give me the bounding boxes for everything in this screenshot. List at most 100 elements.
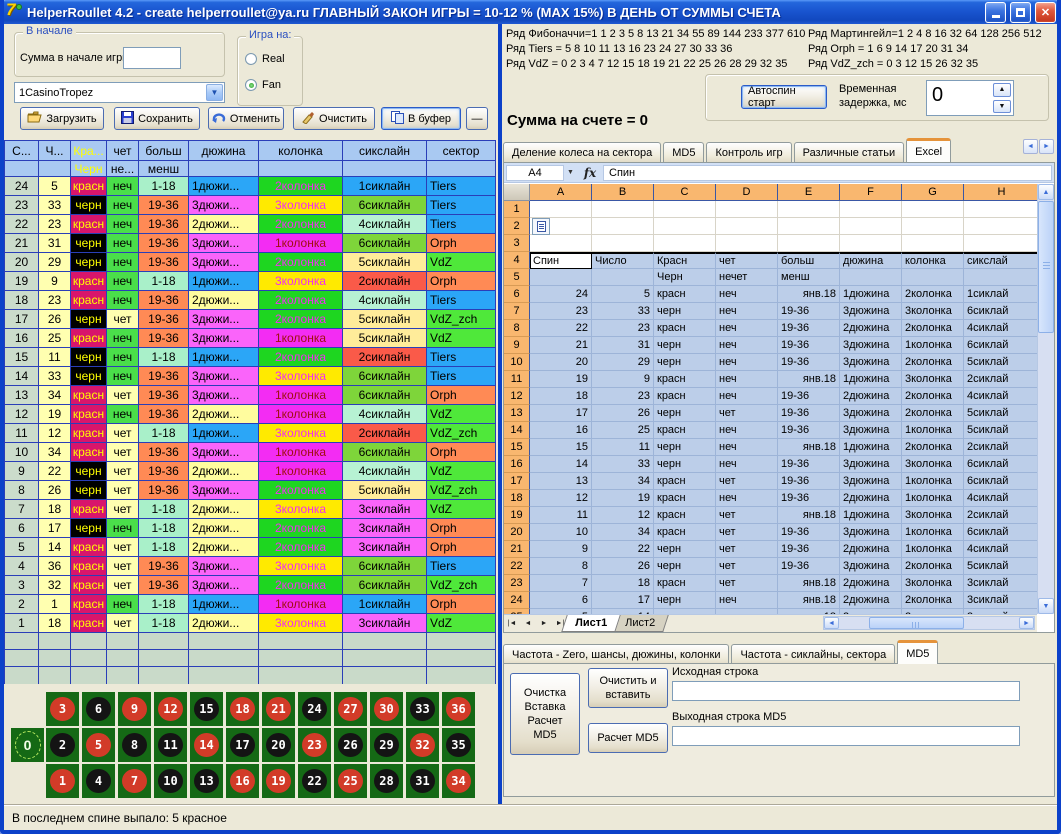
roulette-cell-17[interactable]: 17 [226,728,259,762]
roulette-cell-27[interactable]: 27 [334,692,367,726]
roulette-cell-10[interactable]: 10 [154,764,187,798]
excel-cell[interactable]: 8 [530,558,592,575]
table-cell[interactable]: черн [71,196,107,215]
excel-cell[interactable]: красн [654,371,716,388]
excel-cell[interactable]: Красн [654,252,716,269]
roulette-cell-12[interactable]: 12 [154,692,187,726]
roulette-cell-30[interactable]: 30 [370,692,403,726]
table-cell[interactable]: VdZ_zch [427,481,496,500]
spin-down-button[interactable]: ▼ [993,100,1011,114]
table-cell[interactable]: 3колонка [259,557,343,576]
table-cell[interactable]: 5сиклайн [343,310,427,329]
excel-horizontal-scrollbar[interactable]: ◄ ► [823,616,1035,630]
roulette-cell-9[interactable]: 9 [118,692,151,726]
roulette-cell-6[interactable]: 6 [82,692,115,726]
roulette-cell-32[interactable]: 32 [406,728,439,762]
excel-row-header-9[interactable]: 9 [504,337,530,354]
excel-row-header-16[interactable]: 16 [504,456,530,473]
table-cell[interactable]: неч [107,234,139,253]
table-cell[interactable]: 5 [39,177,71,196]
md5-clear-insert-button[interactable]: Очистить и вставить [588,668,668,708]
excel-cell[interactable]: чет [716,252,778,269]
table-cell[interactable]: 1 [39,595,71,614]
excel-cell[interactable]: 2колонка [902,439,964,456]
excel-cell[interactable]: красн [654,320,716,337]
table-cell[interactable]: 19 [39,405,71,424]
table-cell[interactable]: Tiers [427,177,496,196]
excel-cell[interactable]: 4сиклай [964,388,1037,405]
excel-cell[interactable]: неч [716,286,778,303]
table-cell[interactable]: 1-18 [139,177,189,196]
roulette-cell-7[interactable]: 7 [118,764,151,798]
excel-cell[interactable] [654,235,716,252]
h-scroll-thumb[interactable] [869,617,964,629]
table-cell[interactable]: 2дюжи... [189,538,259,557]
table-cell[interactable]: красн [71,576,107,595]
table-cell[interactable]: 21 [5,234,39,253]
table-cell[interactable]: 10 [5,443,39,462]
excel-cell[interactable]: черн [654,439,716,456]
table-cell[interactable] [427,633,496,650]
name-box-dropdown-icon[interactable]: ▼ [564,165,577,181]
excel-cell[interactable]: 19-36 [778,473,840,490]
table-cell[interactable]: 1-18 [139,424,189,443]
excel-cell[interactable]: больш [778,252,840,269]
table-cell[interactable]: чет [107,462,139,481]
roulette-cell-13[interactable]: 13 [190,764,223,798]
close-button[interactable]: ✕ [1035,2,1056,23]
excel-cell[interactable]: 3колонка [902,456,964,473]
excel-col-header-G[interactable]: G [902,184,964,201]
table-cell[interactable]: 12 [39,424,71,443]
table-cell[interactable]: 3дюжи... [189,310,259,329]
excel-cell[interactable]: 3колонка [902,507,964,524]
table-cell[interactable]: 2колонка [259,215,343,234]
table-cell[interactable]: 1-18 [139,272,189,291]
table-cell[interactable]: 1дюжи... [189,595,259,614]
excel-cell[interactable]: 17 [592,592,654,609]
table-cell[interactable]: 6сиклайн [343,196,427,215]
excel-cell[interactable]: чет [716,405,778,422]
excel-row-header-7[interactable]: 7 [504,303,530,320]
table-cell[interactable]: 2дюжи... [189,462,259,481]
excel-cell[interactable]: 25 [592,422,654,439]
scroll-left-button[interactable]: ◄ [824,617,839,629]
table-cell[interactable]: 13 [5,386,39,405]
excel-cell[interactable]: 2дюжина [840,541,902,558]
roulette-cell-34[interactable]: 34 [442,764,475,798]
table-cell[interactable]: черн [71,462,107,481]
table-cell[interactable]: 2сиклайн [343,272,427,291]
sheet-next-button[interactable]: ► [536,615,552,632]
roulette-cell-23[interactable]: 23 [298,728,331,762]
excel-cell[interactable] [902,218,964,235]
excel-cell[interactable]: 3дюжина [840,524,902,541]
table-cell[interactable]: 1-18 [139,500,189,519]
excel-cell[interactable] [654,201,716,218]
excel-cell[interactable] [778,218,840,235]
excel-cell[interactable]: 34 [592,473,654,490]
excel-cell[interactable]: красн [654,388,716,405]
table-cell[interactable]: 1колонка [259,386,343,405]
table-cell[interactable]: 2дюжи... [189,500,259,519]
table-cell[interactable]: 19-36 [139,196,189,215]
table-cell[interactable]: 3колонка [259,196,343,215]
maximize-button[interactable] [1010,2,1031,23]
table-cell[interactable]: 25 [39,329,71,348]
excel-cell[interactable] [964,235,1037,252]
excel-row-header-4[interactable]: 4 [504,252,530,269]
excel-col-header-F[interactable]: F [840,184,902,201]
excel-cell[interactable]: неч [716,592,778,609]
table-cell[interactable]: чет [107,538,139,557]
table-cell[interactable]: 2колонка [259,576,343,595]
excel-cell[interactable] [530,201,592,218]
excel-cell[interactable]: 19-36 [778,337,840,354]
table-cell[interactable]: VdZ_zch [427,576,496,595]
excel-cell[interactable]: 26 [592,405,654,422]
table-cell[interactable]: 1-18 [139,614,189,633]
table-cell[interactable] [259,633,343,650]
table-cell[interactable]: 11 [5,424,39,443]
table-cell[interactable]: 33 [39,196,71,215]
excel-cell[interactable]: 6сиклай [964,456,1037,473]
excel-cell[interactable] [592,201,654,218]
excel-cell[interactable]: неч [716,354,778,371]
excel-cell[interactable]: 19-36 [778,388,840,405]
